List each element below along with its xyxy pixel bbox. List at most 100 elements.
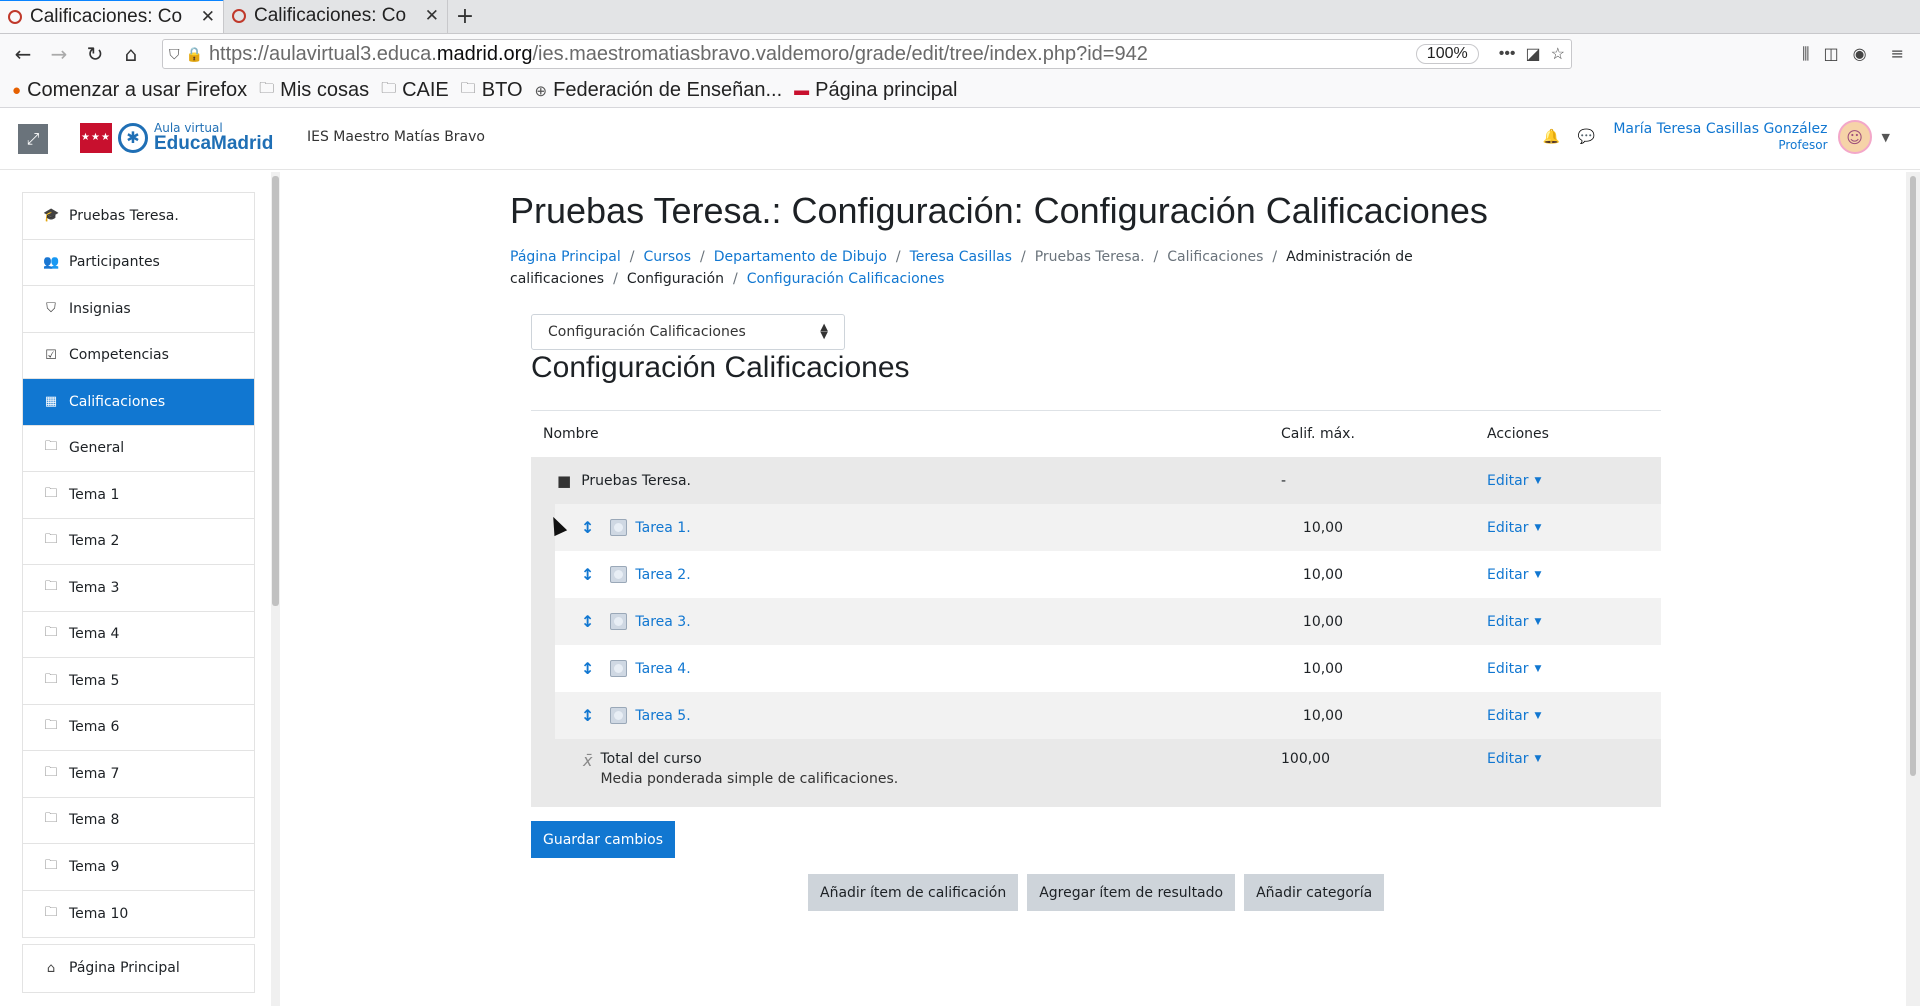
grade-item-link[interactable]: Tarea 2. — [635, 567, 690, 583]
edit-menu[interactable]: Editar ▼ — [1487, 614, 1541, 630]
menu-icon[interactable]: ≡ — [1891, 44, 1904, 64]
bookmark-item[interactable]: 🗀 Mis cosas — [259, 78, 369, 103]
table-header: Nombre Calif. máx. Acciones — [531, 411, 1661, 457]
bookmark-star-icon[interactable]: ☆ — [1551, 44, 1565, 64]
browser-tab-2[interactable]: Calificaciones: Co ✕ — [224, 0, 448, 33]
sidebar-item-label: Tema 9 — [69, 858, 120, 875]
grade-item-link[interactable]: Tarea 1. — [635, 520, 690, 536]
folder-icon: 🗀 — [44, 532, 58, 548]
grade-view-select[interactable]: Configuración Calificaciones ▲ ▼ — [531, 314, 845, 350]
edit-menu[interactable]: Editar ▼ — [1487, 661, 1541, 677]
edit-label: Editar — [1487, 751, 1529, 767]
breadcrumb-link[interactable]: Página Principal — [510, 249, 621, 265]
page-title: Pruebas Teresa.: Configuración: Configur… — [510, 190, 1488, 231]
bookmark-item[interactable]: ▬ Página principal — [794, 79, 957, 102]
library-icon[interactable]: ⫼ — [1802, 44, 1809, 64]
educamadrid-star-icon: ✱ — [118, 122, 148, 153]
edit-menu[interactable]: Editar ▼ — [1487, 567, 1541, 583]
sidebar-item-label: Tema 1 — [69, 486, 120, 503]
sidebar-item-tema-5[interactable]: 🗀 Tema 5 — [23, 658, 254, 705]
sidebar-item-tema-6[interactable]: 🗀 Tema 6 — [23, 705, 254, 751]
sidebar-item-competencias[interactable]: ☑ Competencias — [23, 333, 254, 379]
move-icon[interactable]: ↕ — [581, 565, 594, 584]
lock-icon[interactable]: 🔒 — [186, 46, 203, 63]
sidebar-item-tema-9[interactable]: 🗀 Tema 9 — [23, 844, 254, 891]
name-cell: ↕ Tarea 1. — [555, 518, 1281, 537]
add-category-button[interactable]: Añadir categoría — [1244, 874, 1385, 911]
home-icon[interactable]: ⌂ — [116, 39, 146, 69]
breadcrumb-link[interactable]: Teresa Casillas — [910, 249, 1012, 265]
table-icon: ▦ — [44, 394, 58, 410]
sidebar-item-participantes[interactable]: 👥 Participantes — [23, 240, 254, 286]
move-icon[interactable]: ↕ — [581, 612, 594, 631]
sidebar-item-tema-3[interactable]: 🗀 Tema 3 — [23, 565, 254, 612]
browser-tab-1[interactable]: Calificaciones: Co ✕ — [0, 0, 224, 33]
chat-icon[interactable]: 💬 — [1578, 129, 1595, 145]
breadcrumb-separator: / — [895, 249, 901, 265]
sidebar-item-tema-1[interactable]: 🗀 Tema 1 — [23, 472, 254, 519]
folder-icon: 🗀 — [44, 485, 58, 501]
add-grade-item-button[interactable]: Añadir ítem de calificación — [808, 874, 1019, 911]
breadcrumb-link[interactable]: Departamento de Dibujo — [714, 249, 887, 265]
zoom-level[interactable]: 100% — [1415, 44, 1479, 64]
move-icon[interactable]: ↕ — [581, 706, 594, 725]
assignment-icon — [610, 566, 628, 583]
account-icon[interactable]: ◉ — [1853, 44, 1867, 64]
add-outcome-item-button[interactable]: Agregar ítem de resultado — [1027, 874, 1236, 911]
grade-item-link[interactable]: Tarea 5. — [635, 708, 690, 724]
breadcrumb-link[interactable]: Cursos — [643, 249, 691, 265]
page-actions-icon[interactable]: ••• — [1499, 45, 1516, 63]
edit-menu-total[interactable]: Editar ▼ — [1487, 751, 1541, 767]
table-row: ↕ Tarea 2. 10,00 Editar ▼ — [555, 551, 1661, 598]
page-scrollbar[interactable] — [1906, 172, 1920, 1006]
reload-icon[interactable]: ↻ — [80, 39, 110, 69]
shield-icon[interactable]: ⛉ — [169, 46, 180, 63]
drawer-scrollbar-thumb[interactable] — [272, 176, 279, 606]
school-name[interactable]: IES Maestro Matías Bravo — [307, 129, 485, 145]
sidebar-toggle-icon[interactable]: ◫ — [1824, 44, 1839, 64]
drawer-scrollbar[interactable] — [271, 172, 280, 1006]
edit-menu[interactable]: Editar ▼ — [1487, 520, 1541, 536]
sidebar-item-tema-7[interactable]: 🗀 Tema 7 — [23, 751, 254, 798]
breadcrumb-link[interactable]: Configuración Calificaciones — [747, 271, 945, 287]
sidebar-item-tema-2[interactable]: 🗀 Tema 2 — [23, 519, 254, 565]
sidebar-item-calificaciones[interactable]: ▦ Calificaciones — [23, 379, 254, 426]
save-changes-button[interactable]: Guardar cambios — [531, 821, 676, 858]
sidebar-item-home[interactable]: ⌂ Página Principal — [23, 945, 254, 992]
breadcrumb-separator: / — [732, 271, 738, 287]
name-cell: ↕ Tarea 3. — [555, 612, 1281, 631]
url-text[interactable]: https://aulavirtual3.educa.madrid.org/ie… — [209, 43, 1416, 66]
close-tab-icon[interactable]: ✕ — [201, 7, 215, 27]
edit-menu-category[interactable]: Editar ▼ — [1487, 473, 1541, 489]
sidebar-item-label: Tema 2 — [69, 533, 120, 550]
grade-item-link[interactable]: Tarea 4. — [635, 661, 690, 677]
close-tab-icon[interactable]: ✕ — [425, 6, 439, 26]
pocket-icon[interactable]: ◪ — [1526, 44, 1541, 64]
move-icon[interactable]: ↕ — [581, 659, 594, 678]
edit-menu[interactable]: Editar ▼ — [1487, 708, 1541, 724]
page-scrollbar-thumb[interactable] — [1910, 176, 1916, 776]
bookmark-item[interactable]: 🗀 CAIE — [381, 78, 449, 103]
sidebar-item-tema-4[interactable]: 🗀 Tema 4 — [23, 612, 254, 658]
sidebar-item-pruebas-teresa[interactable]: 🎓 Pruebas Teresa. — [23, 193, 254, 240]
grade-item-link[interactable]: Tarea 3. — [635, 614, 690, 630]
new-tab-button[interactable]: + — [448, 0, 482, 33]
sidebar-item-insignias[interactable]: ⛉ Insignias — [23, 286, 254, 333]
bell-icon[interactable]: 🔔 — [1542, 129, 1559, 145]
sidebar-item-tema-10[interactable]: 🗀 Tema 10 — [23, 891, 254, 938]
sidebar-item-general[interactable]: 🗀 General — [23, 426, 254, 472]
url-bar[interactable]: ⛉ 🔒 https://aulavirtual3.educa.madrid.or… — [162, 39, 1572, 69]
bookmark-label: Mis cosas — [280, 79, 370, 101]
madrid-flag-icon: ★★★ — [80, 122, 112, 153]
back-icon[interactable]: ← — [8, 39, 38, 69]
sidebar-item-tema-8[interactable]: 🗀 Tema 8 — [23, 798, 254, 844]
forward-icon[interactable]: → — [44, 39, 74, 69]
expand-icon[interactable]: ⤢ — [18, 124, 48, 154]
folder-icon: ■ — [557, 471, 572, 490]
bookmark-item[interactable]: ⊕ Federación de Enseñan... — [535, 79, 783, 102]
user-menu[interactable]: 🔔 💬 María Teresa Casillas González Profe… — [1542, 120, 1890, 154]
move-icon[interactable]: ↕ — [581, 518, 594, 537]
site-logo[interactable]: ★★★ ✱ Aula virtual EducaMadrid — [80, 122, 273, 153]
bookmark-item[interactable]: ● Comenzar a usar Firefox — [12, 79, 247, 102]
bookmark-item[interactable]: 🗀 BTO — [461, 78, 523, 103]
